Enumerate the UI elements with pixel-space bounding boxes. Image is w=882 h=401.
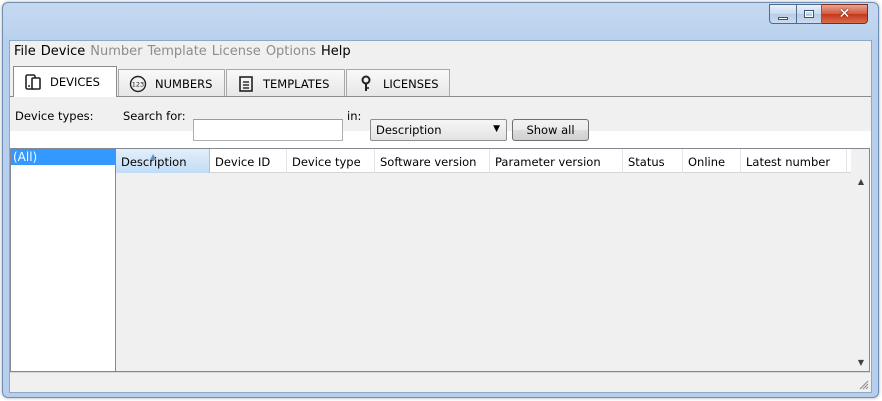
column-header-parameter-version[interactable]: Parameter version xyxy=(490,149,623,173)
menu-help[interactable]: Help xyxy=(319,42,354,62)
template-document-icon xyxy=(237,75,255,93)
tab-licenses-label: LICENSES xyxy=(383,76,439,91)
column-header-device-type[interactable]: Device type xyxy=(287,149,375,173)
menu-license[interactable]: License xyxy=(210,42,264,62)
tab-numbers[interactable]: 123 NUMBERS xyxy=(118,69,225,97)
search-field-select[interactable]: Description ▼ xyxy=(370,119,507,141)
device-types-label: Device types: xyxy=(15,109,94,123)
maximize-icon xyxy=(804,10,814,18)
column-header-description[interactable]: ▲ Description xyxy=(116,149,210,173)
menu-template[interactable]: Template xyxy=(145,42,209,62)
tab-templates-label: TEMPLATES xyxy=(263,76,330,91)
resize-grip-icon[interactable] xyxy=(857,378,869,390)
search-input[interactable] xyxy=(193,119,343,141)
minimize-icon xyxy=(778,16,788,20)
scroll-up-icon[interactable]: ▲ xyxy=(852,173,870,190)
devices-table[interactable]: ▲ Description Device ID Device type Soft… xyxy=(116,148,870,372)
search-field-selected: Description xyxy=(376,123,442,137)
tab-devices[interactable]: DEVICES xyxy=(13,66,117,97)
column-header-label: Software version xyxy=(380,155,477,169)
search-in-label: in: xyxy=(347,109,362,123)
column-header-label: Latest number xyxy=(746,155,831,169)
menu-bar: File Device Number Template License Opti… xyxy=(10,41,871,63)
scroll-down-icon[interactable]: ▼ xyxy=(852,354,870,371)
table-header: ▲ Description Device ID Device type Soft… xyxy=(116,149,851,173)
menu-number[interactable]: Number xyxy=(88,42,145,62)
menu-device[interactable]: Device xyxy=(39,42,88,62)
svg-text:123: 123 xyxy=(132,80,144,88)
device-icon xyxy=(24,73,42,91)
close-button[interactable]: ✕ xyxy=(822,4,868,24)
column-header-label: Device ID xyxy=(215,155,271,169)
app-window: ✕ File Device Number Template License Op… xyxy=(2,2,879,398)
column-header-latest-number[interactable]: Latest number xyxy=(741,149,847,173)
device-types-list[interactable]: (All) xyxy=(10,148,116,372)
minimize-button[interactable] xyxy=(769,4,796,24)
column-header-label: Online xyxy=(688,155,726,169)
chevron-down-icon: ▼ xyxy=(493,124,500,134)
tab-strip: DEVICES 123 NUMBERS TEMPLATES LICENSES xyxy=(10,63,871,97)
menu-file[interactable]: File xyxy=(12,42,39,62)
status-bar xyxy=(10,372,871,392)
column-header-label: Device type xyxy=(292,155,361,169)
tab-devices-label: DEVICES xyxy=(50,75,100,89)
device-type-item-all[interactable]: (All) xyxy=(11,149,115,165)
sort-ascending-icon: ▲ xyxy=(150,152,157,161)
column-header-software-version[interactable]: Software version xyxy=(375,149,490,173)
column-header-status[interactable]: Status xyxy=(623,149,683,173)
tab-templates[interactable]: TEMPLATES xyxy=(226,69,345,97)
column-header-label: Parameter version xyxy=(495,155,601,169)
show-all-button[interactable]: Show all xyxy=(512,119,589,141)
column-header-online[interactable]: Online xyxy=(683,149,741,173)
title-bar[interactable]: ✕ xyxy=(3,3,878,39)
menu-options[interactable]: Options xyxy=(264,42,319,62)
client-area: File Device Number Template License Opti… xyxy=(9,40,872,393)
numbers-123-icon: 123 xyxy=(129,75,147,93)
window-controls: ✕ xyxy=(769,4,868,24)
maximize-button[interactable] xyxy=(796,4,822,24)
close-icon: ✕ xyxy=(838,6,851,22)
column-header-device-id[interactable]: Device ID xyxy=(210,149,287,173)
key-icon xyxy=(357,75,375,93)
tab-numbers-label: NUMBERS xyxy=(155,76,213,91)
column-header-label: Status xyxy=(628,155,665,169)
tab-licenses[interactable]: LICENSES xyxy=(346,69,450,97)
search-label: Search for: xyxy=(123,109,186,123)
table-vertical-scrollbar[interactable]: ▲ ▼ xyxy=(851,173,869,371)
